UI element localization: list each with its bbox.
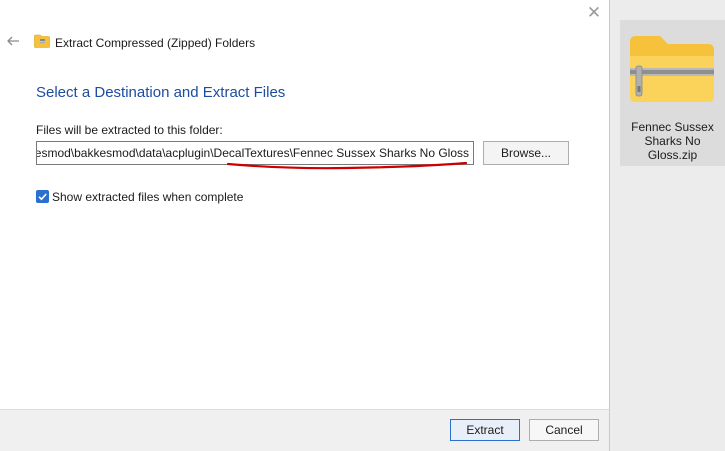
close-icon: ✕ [586, 3, 602, 22]
zip-file-name: Fennec Sussex Sharks No Gloss.zip [631, 120, 714, 162]
page-heading: Select a Destination and Extract Files [36, 84, 286, 101]
show-files-label[interactable]: Show extracted files when complete [52, 190, 243, 204]
zip-folder-icon [630, 36, 714, 102]
desktop: ✕ Extract Compressed (Zipped) Folders Se… [0, 0, 725, 451]
desktop-zip-file[interactable]: Fennec Sussex Sharks No Gloss.zip [620, 20, 725, 166]
dialog-footer: Extract Cancel [0, 409, 609, 451]
checkmark-icon [38, 193, 47, 201]
show-files-checkbox[interactable] [36, 190, 49, 203]
destination-label: Files will be extracted to this folder: [36, 123, 223, 137]
destination-path-value: esmod\bakkesmod\data\acplugin\DecalTextu… [36, 146, 469, 160]
close-button[interactable]: ✕ [582, 2, 606, 24]
back-arrow-icon[interactable] [5, 33, 21, 49]
extract-dialog: ✕ Extract Compressed (Zipped) Folders Se… [0, 0, 610, 451]
browse-button[interactable]: Browse... [483, 141, 569, 165]
extract-button[interactable]: Extract [450, 419, 520, 441]
cancel-button[interactable]: Cancel [529, 419, 599, 441]
red-underline-annotation [226, 161, 468, 170]
zip-folder-icon [34, 34, 50, 48]
window-title: Extract Compressed (Zipped) Folders [55, 36, 256, 50]
